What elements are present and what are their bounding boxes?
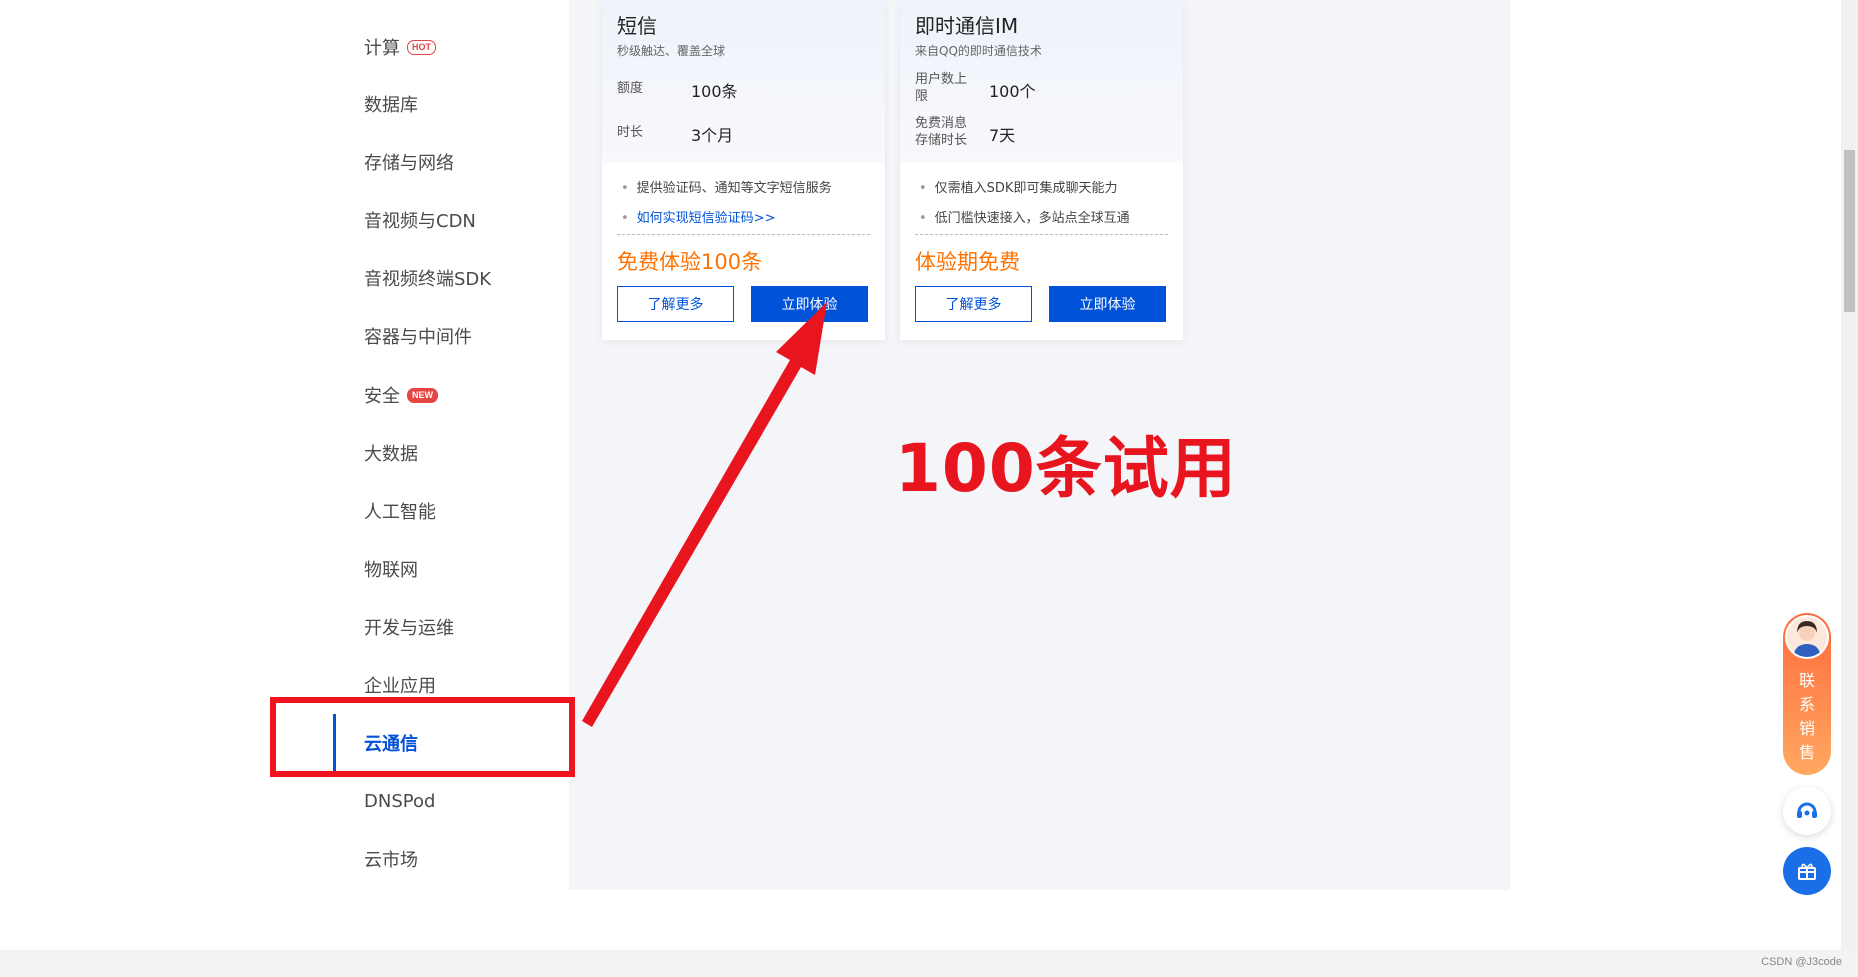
contact-sales-char: 系 bbox=[1798, 695, 1815, 714]
contact-sales-char: 联 bbox=[1798, 671, 1815, 690]
gift-icon bbox=[1798, 863, 1816, 880]
customer-service-button[interactable] bbox=[1783, 787, 1831, 835]
contact-sales-char: 售 bbox=[1798, 743, 1815, 762]
headset-icon bbox=[1797, 802, 1817, 818]
scrollbar-thumb[interactable] bbox=[1844, 150, 1855, 312]
contact-sales-button[interactable]: 联 系 销 售 bbox=[1783, 613, 1831, 775]
contact-sales-label: 联 系 销 售 bbox=[1783, 669, 1831, 765]
gift-button[interactable] bbox=[1783, 847, 1831, 895]
annotation-text: 100条试用 bbox=[895, 430, 1237, 507]
contact-sales-char: 销 bbox=[1798, 719, 1815, 738]
sales-avatar bbox=[1785, 615, 1829, 659]
page-scrollbar[interactable] bbox=[1841, 0, 1858, 950]
